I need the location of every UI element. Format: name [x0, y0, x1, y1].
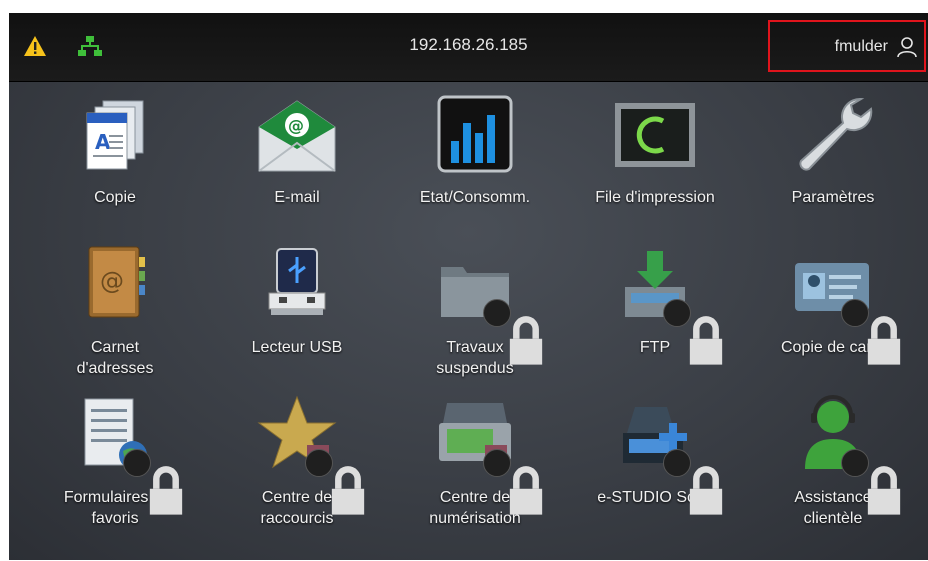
username[interactable]: fmulder	[835, 38, 888, 56]
estudio-scan-icon	[613, 393, 723, 515]
tile-label: Paramètres	[791, 189, 875, 206]
usb-drive-icon	[255, 243, 339, 327]
svg-text:@: @	[100, 267, 124, 295]
lock-icon	[663, 299, 723, 365]
status-bar: 192.168.26.185 fmulder	[9, 13, 928, 82]
tile-carnet-adresses[interactable]: @ Carnet d'adresses	[35, 243, 195, 379]
ftp-icon	[613, 243, 723, 365]
lock-icon	[663, 449, 723, 515]
tile-file-impression[interactable]: File d'impression	[575, 93, 735, 208]
tile-formulaires-favoris[interactable]: Formulaires et favoris	[35, 393, 195, 529]
wrench-icon	[791, 93, 875, 177]
tile-label: E-mail	[274, 189, 320, 206]
held-jobs-folder-icon	[433, 243, 543, 365]
svg-text:@: @	[288, 116, 304, 135]
tile-label: File d'impression	[595, 189, 715, 206]
tile-copie[interactable]: A Copie	[35, 93, 195, 208]
tile-etat-consomm[interactable]: Etat/Consomm.	[395, 93, 555, 208]
tile-copie-carte[interactable]: Copie de carte	[753, 243, 913, 365]
svg-text:A: A	[95, 130, 111, 154]
lock-icon	[123, 449, 183, 515]
printer-home-screen: 192.168.26.185 fmulder A Copie @ E-mail …	[9, 13, 928, 560]
lock-icon	[305, 449, 365, 515]
tile-email[interactable]: @ E-mail	[217, 93, 377, 208]
tile-estudio-scan[interactable]: e-STUDIO Scan	[575, 393, 735, 515]
tile-centre-numerisation[interactable]: Centre de numérisation	[395, 393, 555, 529]
customer-support-icon	[791, 393, 901, 515]
shortcut-star-icon	[255, 393, 365, 515]
tile-ftp[interactable]: FTP	[575, 243, 735, 365]
tile-label: Carnet d'adresses	[76, 339, 154, 377]
tile-lecteur-usb[interactable]: Lecteur USB	[217, 243, 377, 358]
lock-icon	[841, 449, 901, 515]
tile-label: Copie	[94, 189, 136, 206]
lock-icon	[841, 299, 901, 365]
tile-label: Lecteur USB	[251, 339, 343, 356]
tile-parametres[interactable]: Paramètres	[753, 93, 913, 208]
tile-travaux-suspendus[interactable]: Travaux suspendus	[395, 243, 555, 379]
print-queue-icon	[613, 93, 697, 177]
tile-assistance-clientele[interactable]: Assistance clientèle	[753, 393, 913, 529]
email-icon: @	[255, 93, 339, 177]
user-login-area[interactable]: fmulder	[768, 20, 926, 72]
tile-centre-raccourcis[interactable]: Centre de raccourcis	[217, 393, 377, 529]
scan-center-icon	[433, 393, 543, 515]
card-copy-icon	[791, 243, 901, 365]
tile-label: Etat/Consomm.	[419, 189, 531, 206]
copy-icon: A	[73, 93, 157, 177]
status-supplies-icon	[433, 93, 517, 177]
lock-icon	[483, 449, 543, 515]
forms-favorites-icon	[73, 393, 183, 515]
address-book-icon: @	[73, 243, 157, 327]
lock-icon	[483, 299, 543, 365]
user-icon[interactable]	[896, 36, 918, 63]
